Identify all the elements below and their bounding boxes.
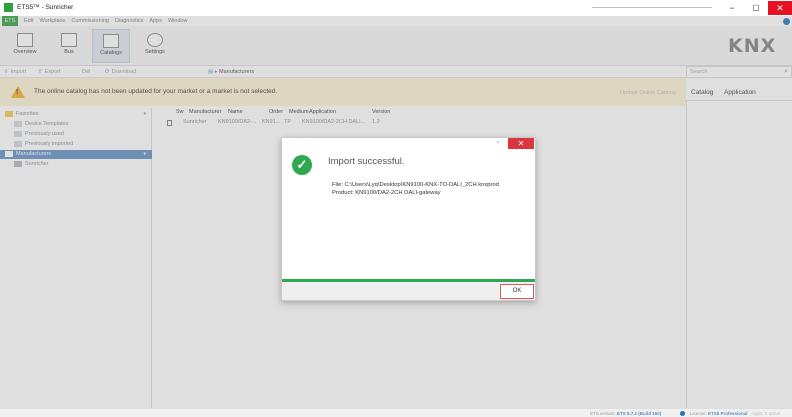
license-prefix: License: (690, 411, 707, 416)
dialog-footer (282, 282, 535, 300)
title-divider (592, 7, 712, 8)
minimize-button[interactable]: − (720, 1, 744, 15)
close-window-button[interactable]: ✕ (768, 1, 792, 15)
imported-file-path: File: C:\Users\Lyq\Desktop\KN9100-KNX-TO… (332, 182, 499, 188)
window-title: ETS5™ - Sunricher (17, 4, 74, 11)
version-info: ETS version: ETS 5.7.2 (Build 160) (590, 409, 661, 417)
import-result-dialog: ▫ ✕ ✓ Import successful. File: C:\Users\… (281, 137, 536, 301)
maximize-button[interactable]: ▢ (744, 1, 768, 15)
ok-button[interactable]: OK (500, 284, 534, 299)
version-value: ETS 5.7.2 (Build 160) (617, 411, 662, 416)
info-icon[interactable] (680, 411, 685, 416)
dialog-minimize-button[interactable]: ▫ (490, 138, 506, 148)
version-prefix: ETS version: (590, 411, 616, 416)
license-value: ETS5 Professional (708, 411, 748, 416)
license-info: License: ETS5 Professional (690, 409, 748, 417)
dialog-close-button[interactable]: ✕ (508, 138, 534, 149)
success-check-icon: ✓ (292, 155, 312, 175)
ets-app-icon (4, 3, 13, 12)
status-bar: ETS version: ETS 5.7.2 (Build 160) Licen… (0, 408, 792, 417)
imported-product-name: Product: KN9100/DA2-2CH DALI-gateway (332, 190, 441, 196)
dialog-title: Import successful. (328, 156, 405, 167)
title-bar: ETS5™ - Sunricher − ▢ ✕ (0, 0, 792, 16)
apps-status: Apps: 0 active (752, 411, 781, 416)
